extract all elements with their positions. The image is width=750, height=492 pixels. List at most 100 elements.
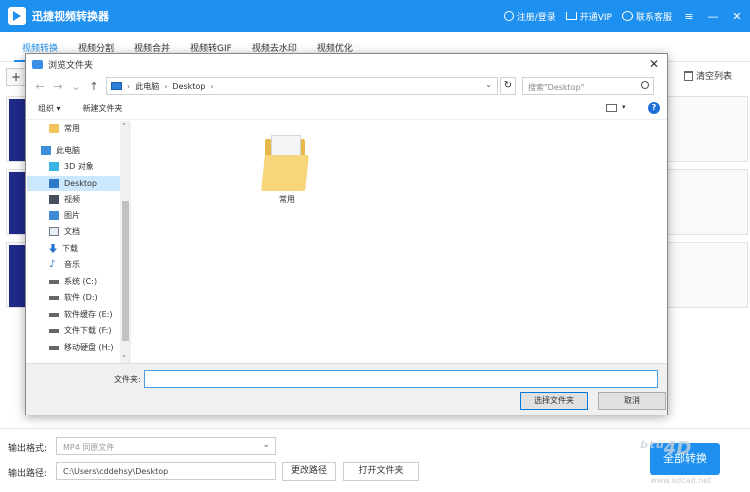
view-icon[interactable] [606,104,617,112]
tree-item-drive-e[interactable]: 软件缓存 (E:) [27,307,122,322]
drive-icon [49,279,59,284]
tree-item-label: 软件缓存 (E:) [64,310,113,319]
tree-item-pictures[interactable]: 图片 [27,208,122,223]
computer-icon [111,82,122,90]
tree-item-drive-h[interactable]: 移动硬盘 (H:) [27,340,122,355]
format-label: 输出格式: [8,444,48,454]
chevron-right-icon: › [164,81,168,91]
tree-item-label: 视频 [64,195,80,204]
cube-icon [49,162,59,171]
tree-item-drive-d[interactable]: 软件 (D:) [27,290,122,305]
music-icon: ♪ [49,259,56,270]
tree-item-label: 此电脑 [56,146,80,155]
help-icon[interactable]: ? [648,102,660,114]
folder-content-pane: 常用 [133,121,668,363]
drive-icon [49,295,59,300]
chat-icon [621,11,633,21]
dialog-close-button[interactable]: ✕ [649,57,659,71]
chevron-down-icon: ⌄ [262,440,270,450]
tree-scrollbar[interactable]: ⌃ ⌄ [120,121,131,363]
folder-icon [49,124,59,133]
login-label: 注册/登录 [516,12,556,23]
folder-icon [32,59,43,69]
scroll-up-icon[interactable]: ⌃ [121,122,127,130]
tree-item-videos[interactable]: 视频 [27,192,122,207]
chevron-right-icon: › [210,81,214,91]
forward-arrow-icon[interactable]: → [52,80,64,93]
user-icon [503,11,514,21]
back-arrow-icon[interactable]: ← [34,80,46,93]
tree-item-this-pc[interactable]: 此电脑 [27,143,122,158]
tree-item-label: 音乐 [64,260,80,269]
tree-item-3d-objects[interactable]: 3D 对象 [27,159,122,174]
output-path-field[interactable]: C:\Users\cddehsy\Desktop [56,462,276,480]
computer-icon [41,146,51,155]
scroll-thumb[interactable] [122,201,129,341]
dialog-title: 浏览文件夹 [48,60,94,71]
change-path-button[interactable]: 更改路径 [282,462,336,481]
tree-item-downloads[interactable]: 下载 [27,241,122,256]
breadcrumb-this-pc[interactable]: 此电脑 [135,81,159,92]
new-folder-button[interactable]: 新建文件夹 [83,103,123,114]
app-logo-icon [8,7,26,25]
up-arrow-icon[interactable]: ↑ [88,80,100,93]
support-link[interactable]: 联系客服 [621,10,672,23]
tree-item-label: 软件 (D:) [64,293,98,302]
tree-item-drive-f[interactable]: 文件下载 (F:) [27,323,122,338]
select-folder-button[interactable]: 选择文件夹 [520,392,588,410]
folder-name-input[interactable] [144,370,658,388]
tree-item-label: 文件下载 (F:) [64,326,112,335]
minimize-button[interactable]: — [706,9,720,23]
tree-item-label: 常用 [64,124,80,133]
desktop-icon [49,179,59,188]
download-icon [49,244,57,253]
tree-item-music[interactable]: ♪ 音乐 [27,257,122,272]
watermark-url: www.xdcad.net [650,476,712,485]
tree-item-label: 下载 [62,244,78,253]
breadcrumb-desktop[interactable]: Desktop [172,82,205,91]
path-label: 输出路径: [8,469,48,479]
support-label: 联系客服 [635,12,672,23]
navigation-tree: 常用 此电脑 3D 对象 Desktop 视频 图片 文档 下载 ♪ 音乐 系统 … [27,121,133,363]
app-titlebar: 迅捷视频转换器 注册/登录 开通VIP 联系客服 ≡ — ✕ [0,0,750,32]
browse-folder-dialog: 浏览文件夹 ✕ ← → ⌄ ↑ › 此电脑 › Desktop › ⌄ ↻ 搜索… [25,53,668,415]
drive-icon [49,345,59,350]
tree-item-label: Desktop [64,179,97,188]
dialog-footer: 文件夹: 选择文件夹 取消 [26,363,667,415]
tree-item-label: 3D 对象 [64,162,94,171]
search-input[interactable]: 搜索"Desktop" [522,77,654,95]
format-select[interactable]: MP4 同原文件 ⌄ [56,437,276,455]
document-icon [49,227,59,236]
format-value: MP4 同原文件 [63,443,115,452]
chevron-down-icon[interactable]: ▾ [622,103,626,111]
refresh-icon[interactable]: ↻ [500,77,516,95]
recent-chevron-icon[interactable]: ⌄ [70,80,82,93]
tree-item-label: 图片 [64,211,80,220]
organize-menu[interactable]: 组织 ▾ [38,103,61,114]
login-link[interactable]: 注册/登录 [503,10,556,23]
open-folder-button[interactable]: 打开文件夹 [343,462,419,481]
chevron-down-icon[interactable]: ⌄ [485,80,492,89]
tree-item-drive-c[interactable]: 系统 (C:) [27,274,122,289]
picture-icon [49,211,59,220]
tree-item-desktop[interactable]: Desktop [27,176,122,191]
tree-item-documents[interactable]: 文档 [27,224,122,239]
vip-link[interactable]: 开通VIP [565,10,612,23]
menu-button[interactable]: ≡ [682,9,696,23]
address-row: ← → ⌄ ↑ › 此电脑 › Desktop › ⌄ ↻ 搜索"Desktop… [26,74,667,98]
output-settings: 输出格式: MP4 同原文件 ⌄ 输出路径: C:\Users\cddehsy\… [0,428,750,492]
close-app-button[interactable]: ✕ [730,9,744,23]
add-file-button[interactable]: + [6,68,26,86]
folder-item-label[interactable]: 常用 [267,194,307,205]
scroll-down-icon[interactable]: ⌄ [121,351,127,359]
tree-item-label: 系统 (C:) [64,277,98,286]
search-placeholder: 搜索"Desktop" [528,83,585,92]
tree-item-quick-access[interactable]: 常用 [27,121,122,136]
cart-icon [565,12,577,20]
drive-icon [49,312,59,317]
folder-icon[interactable] [261,133,309,191]
cancel-button[interactable]: 取消 [598,392,666,410]
address-bar[interactable]: › 此电脑 › Desktop › ⌄ [106,77,498,95]
clear-list-button[interactable]: 清空列表 [684,69,732,82]
dialog-titlebar: 浏览文件夹 ✕ [26,54,667,74]
